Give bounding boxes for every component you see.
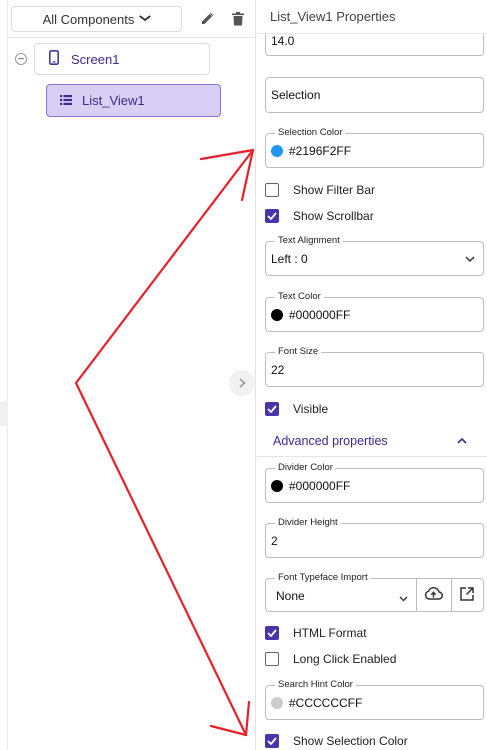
show-filter-bar-label: Show Filter Bar <box>293 183 376 197</box>
selection-color-swatch[interactable] <box>271 144 283 157</box>
font-size-label: Font Size <box>275 346 322 358</box>
font-typeface-import-label: Font Typeface Import <box>275 572 371 584</box>
field-divider <box>451 579 452 611</box>
long-click-enabled-checkbox[interactable] <box>265 652 279 666</box>
divider-height-field[interactable]: Divider Height 2 <box>265 517 484 558</box>
list-icon <box>60 93 72 108</box>
show-scrollbar-label: Show Scrollbar <box>293 209 374 223</box>
divider-height-label: Divider Height <box>275 517 341 529</box>
long-click-enabled-row[interactable]: Long Click Enabled <box>265 652 396 666</box>
header-divider <box>8 37 256 38</box>
font-typeface-import-field: Font Typeface Import None <box>265 572 484 612</box>
text-alignment-label: Text Alignment <box>275 235 343 247</box>
show-scrollbar-row[interactable]: Show Scrollbar <box>265 209 374 223</box>
pencil-icon[interactable] <box>197 9 217 29</box>
show-selection-color-checkbox[interactable] <box>265 734 279 748</box>
left-edge-marker <box>0 402 8 426</box>
search-hint-color-label: Search Hint Color <box>275 679 356 691</box>
show-selection-color-row[interactable]: Show Selection Color <box>265 734 408 748</box>
search-hint-color-field[interactable]: Search Hint Color #CCCCCCFF <box>265 679 484 720</box>
advanced-properties-label: Advanced properties <box>273 433 388 448</box>
component-filter-label: All Components <box>42 11 135 27</box>
tree-node-list-view[interactable]: List_View1 <box>46 84 221 117</box>
text-color-label: Text Color <box>275 291 324 303</box>
html-format-checkbox[interactable] <box>265 626 279 640</box>
divider-color-swatch[interactable] <box>271 479 283 492</box>
font-size-value: 22 <box>271 362 285 377</box>
tree-node-list-view-label: List_View1 <box>82 93 145 108</box>
show-scrollbar-checkbox[interactable] <box>265 209 279 223</box>
selection-color-value: #2196F2FF <box>289 143 352 158</box>
selection-color-label: Selection Color <box>275 127 346 139</box>
chevron-down-icon <box>139 14 152 25</box>
tree-node-screen[interactable]: Screen1 <box>34 43 210 75</box>
visible-label: Visible <box>293 402 329 416</box>
phone-icon <box>49 50 59 68</box>
properties-title: List_View1 Properties <box>257 0 487 34</box>
selection-value: Selection <box>271 88 321 102</box>
chevron-right-icon <box>238 375 246 391</box>
chevron-up-icon <box>457 433 467 447</box>
field-divider <box>416 579 417 611</box>
font-size-field[interactable]: Font Size 22 <box>265 346 484 387</box>
selection-field[interactable]: Selection <box>265 77 484 113</box>
chevron-down-icon <box>465 252 475 266</box>
text-color-field[interactable]: Text Color #000000FF <box>265 291 484 332</box>
show-filter-bar-checkbox[interactable] <box>265 183 279 197</box>
chevron-down-icon[interactable] <box>399 591 408 605</box>
collapse-icon[interactable] <box>15 53 27 65</box>
font-typeface-import-value[interactable]: None <box>276 589 305 603</box>
divider-color-field[interactable]: Divider Color #000000FF <box>265 462 484 503</box>
component-filter-dropdown[interactable]: All Components <box>11 6 182 32</box>
advanced-properties-toggle[interactable]: Advanced properties <box>257 425 487 457</box>
text-alignment-value: Left : 0 <box>271 251 308 266</box>
text-color-value: #000000FF <box>289 307 351 322</box>
left-edge-strip <box>0 0 8 750</box>
text-color-swatch[interactable] <box>271 308 283 321</box>
divider-color-value: #000000FF <box>289 478 351 493</box>
expand-panel-button[interactable] <box>229 370 255 396</box>
html-format-label: HTML Format <box>293 626 367 640</box>
cloud-upload-icon[interactable] <box>424 586 443 605</box>
divider-height-value: 2 <box>271 533 278 548</box>
tree-node-screen-label: Screen1 <box>71 51 120 67</box>
trash-icon[interactable] <box>228 9 248 29</box>
component-tree-panel: All Components Screen1 List_View1 <box>0 0 256 750</box>
open-external-icon[interactable] <box>459 586 475 605</box>
search-hint-color-value: #CCCCCCFF <box>289 695 363 710</box>
show-filter-bar-row[interactable]: Show Filter Bar <box>265 183 375 197</box>
search-hint-color-swatch[interactable] <box>271 696 283 709</box>
properties-panel: List_View1 Properties 14.0 Selection Sel… <box>257 0 487 750</box>
visible-checkbox[interactable] <box>265 402 279 416</box>
divider-color-label: Divider Color <box>275 462 336 474</box>
show-selection-color-label: Show Selection Color <box>293 734 408 748</box>
text-alignment-select[interactable]: Text Alignment Left : 0 <box>265 235 484 276</box>
visible-row[interactable]: Visible <box>265 402 328 416</box>
long-click-enabled-label: Long Click Enabled <box>293 652 397 666</box>
selection-color-field[interactable]: Selection Color #2196F2FF <box>265 127 484 168</box>
html-format-row[interactable]: HTML Format <box>265 626 367 640</box>
font-size-top-value: 14.0 <box>271 34 295 48</box>
